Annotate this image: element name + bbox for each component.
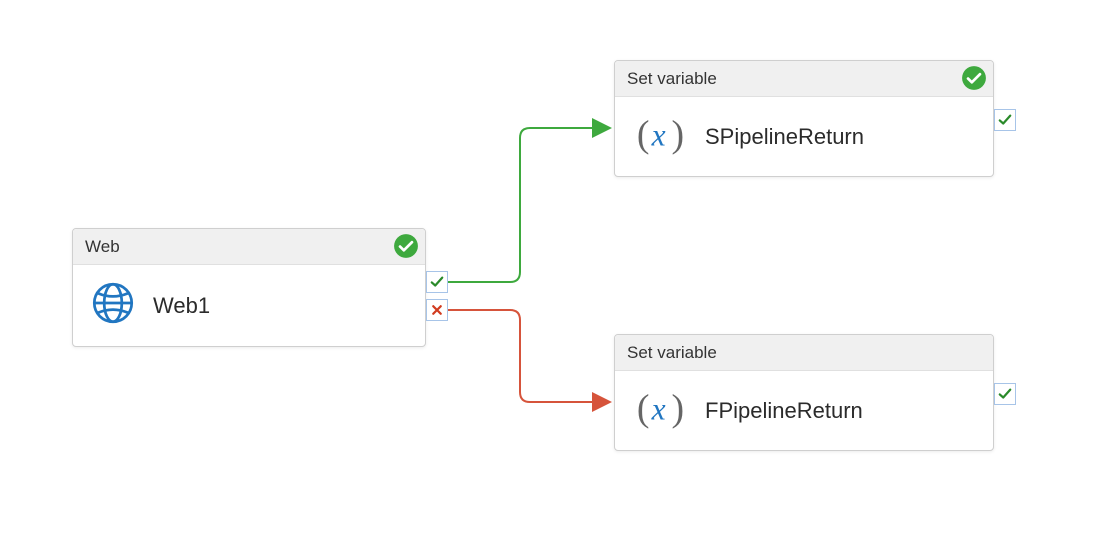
svg-text:x: x (651, 118, 666, 153)
globe-icon (91, 281, 135, 330)
port-failure[interactable] (426, 299, 448, 321)
port-success[interactable] (426, 271, 448, 293)
svg-text:(: ( (637, 114, 650, 155)
activity-type-label: Web (85, 237, 120, 257)
activity-name-label: Web1 (153, 293, 210, 319)
activity-type-label: Set variable (627, 69, 717, 89)
activity-setvar-success[interactable]: Set variable ( x ) SPipelineReturn (614, 60, 994, 177)
activity-body: ( x ) SPipelineReturn (615, 97, 993, 176)
svg-text:): ) (672, 114, 685, 155)
activity-name-label: FPipelineReturn (705, 398, 863, 424)
check-circle-icon (393, 233, 419, 259)
activity-type-label: Set variable (627, 343, 717, 363)
activity-setvar-failure[interactable]: Set variable ( x ) FPipelineReturn (614, 334, 994, 451)
svg-text:(: ( (637, 388, 650, 429)
pipeline-canvas[interactable]: Web Web1 (0, 0, 1112, 535)
connector-success (448, 128, 608, 282)
port-success[interactable] (994, 383, 1016, 405)
activity-web[interactable]: Web Web1 (72, 228, 426, 347)
activity-name-label: SPipelineReturn (705, 124, 864, 150)
check-circle-icon (961, 65, 987, 91)
activity-body: Web1 (73, 265, 425, 346)
variable-icon: ( x ) (633, 113, 687, 160)
port-success[interactable] (994, 109, 1016, 131)
activity-header: Set variable (615, 61, 993, 97)
activity-body: ( x ) FPipelineReturn (615, 371, 993, 450)
svg-text:): ) (672, 388, 685, 429)
variable-icon: ( x ) (633, 387, 687, 434)
svg-text:x: x (651, 392, 666, 427)
connector-failure (448, 310, 608, 402)
activity-header: Web (73, 229, 425, 265)
activity-header: Set variable (615, 335, 993, 371)
